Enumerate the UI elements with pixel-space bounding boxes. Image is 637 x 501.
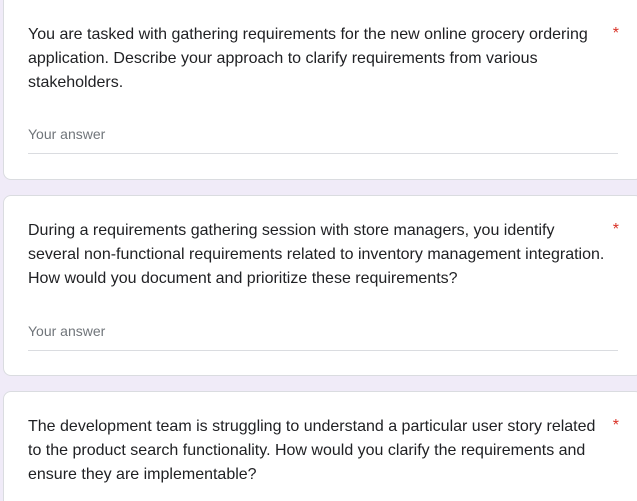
form-page: You are tasked with gathering requiremen… [0,0,637,501]
question-title: During a requirements gathering session … [28,222,605,287]
answer-input[interactable] [28,119,618,154]
question-card: During a requirements gathering session … [3,195,637,376]
question-title: You are tasked with gathering requiremen… [28,26,588,91]
question-card: The development team is struggling to un… [3,391,637,501]
question-title: The development team is struggling to un… [28,418,596,483]
required-asterisk: * [612,25,619,42]
question-card: You are tasked with gathering requiremen… [3,0,637,180]
required-asterisk: * [612,221,619,238]
required-asterisk: * [612,417,619,434]
answer-input[interactable] [28,316,618,351]
